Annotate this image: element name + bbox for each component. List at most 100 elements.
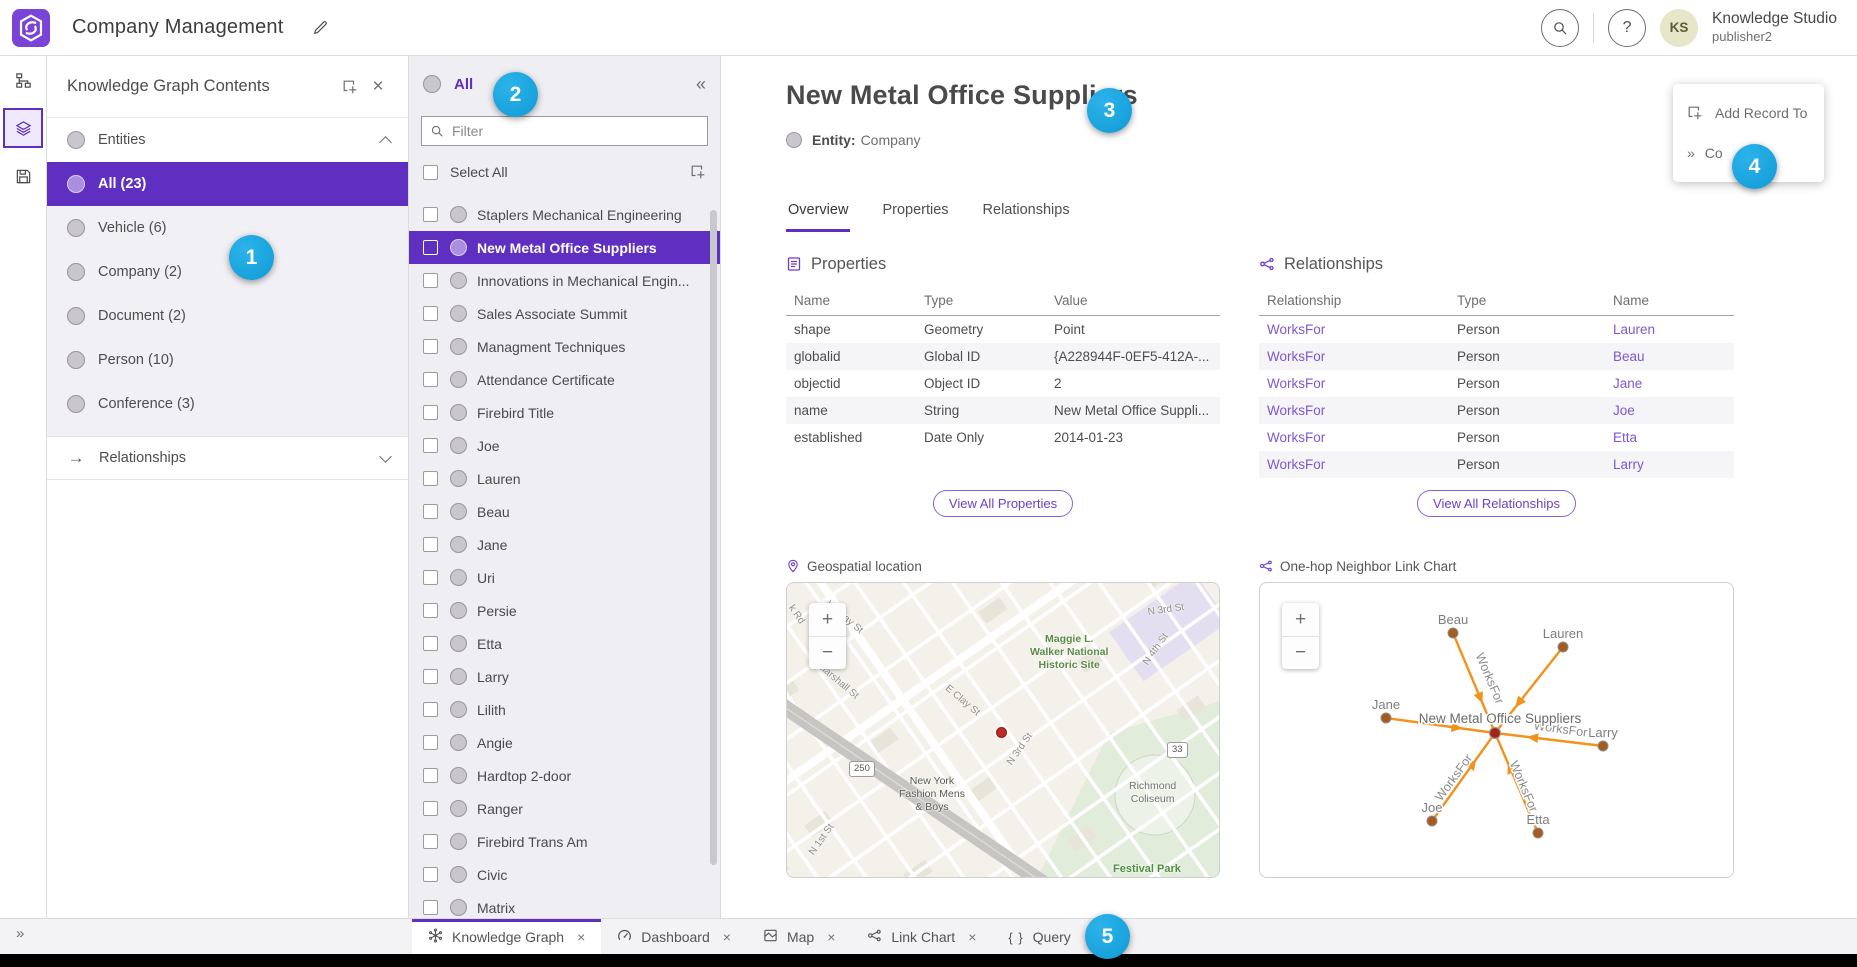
list-item-checkbox[interactable] xyxy=(423,405,438,420)
data-model-button[interactable] xyxy=(3,60,43,100)
list-item-checkbox[interactable] xyxy=(423,306,438,321)
link-chart-canvas[interactable]: WorksForWorksForWorksForWorksForBeauLaur… xyxy=(1260,583,1734,878)
list-item[interactable]: Lilith xyxy=(409,693,720,726)
list-item[interactable]: Persie xyxy=(409,594,720,627)
list-item[interactable]: Matrix xyxy=(409,891,720,918)
tab-close-icon[interactable]: × xyxy=(723,929,731,945)
bottom-tab-query[interactable]: { }Query xyxy=(992,919,1086,954)
list-item-checkbox[interactable] xyxy=(423,735,438,750)
tab-close-icon[interactable]: × xyxy=(968,929,976,945)
user-block[interactable]: Knowledge Studio publisher2 xyxy=(1712,10,1843,44)
link-chart-node[interactable] xyxy=(1533,828,1543,838)
expand-bottom-left-button[interactable]: » xyxy=(16,925,24,942)
entity-type-row[interactable]: Conference (3) xyxy=(47,382,408,426)
list-item-checkbox[interactable] xyxy=(423,273,438,288)
view-all-properties-button[interactable]: View All Properties xyxy=(933,490,1073,517)
list-item[interactable]: Attendance Certificate xyxy=(409,363,720,396)
list-item-checkbox[interactable] xyxy=(423,339,438,354)
list-item-checkbox[interactable] xyxy=(423,471,438,486)
close-panel-button[interactable]: × xyxy=(364,73,392,101)
cell-link[interactable]: WorksFor xyxy=(1259,451,1449,478)
list-item[interactable]: Firebird Title xyxy=(409,396,720,429)
list-item[interactable]: Beau xyxy=(409,495,720,528)
map-marker-icon[interactable] xyxy=(996,727,1007,738)
list-item-checkbox[interactable] xyxy=(423,768,438,783)
list-item-checkbox[interactable] xyxy=(423,240,438,255)
cell-link[interactable]: Larry xyxy=(1605,451,1734,478)
filter-input[interactable] xyxy=(452,123,699,139)
list-item[interactable]: Sales Associate Summit xyxy=(409,297,720,330)
tab-relationships[interactable]: Relationships xyxy=(981,196,1072,232)
scrollbar[interactable] xyxy=(710,210,717,865)
cell-link[interactable]: WorksFor xyxy=(1259,316,1449,344)
save-button[interactable] xyxy=(3,156,43,196)
add-to-new-button[interactable] xyxy=(336,73,364,101)
tab-close-icon[interactable]: × xyxy=(827,929,835,945)
link-chart-node[interactable] xyxy=(1598,741,1608,751)
link-chart-node[interactable] xyxy=(1427,816,1437,826)
list-item[interactable]: Joe xyxy=(409,429,720,462)
tab-overview[interactable]: Overview xyxy=(786,196,850,232)
link-chart-node[interactable] xyxy=(1558,642,1568,652)
add-to-new-button[interactable] xyxy=(690,164,706,180)
zoom-in-button[interactable]: + xyxy=(809,603,846,636)
list-item-checkbox[interactable] xyxy=(423,207,438,222)
list-item[interactable]: Jane xyxy=(409,528,720,561)
cell-link[interactable]: Jane xyxy=(1605,370,1734,397)
tab-close-icon[interactable]: × xyxy=(577,929,585,945)
bottom-tab-map[interactable]: Map× xyxy=(747,919,851,954)
list-item[interactable]: Civic xyxy=(409,858,720,891)
list-item[interactable]: Hardtop 2-door xyxy=(409,759,720,792)
list-item[interactable]: Larry xyxy=(409,660,720,693)
entity-type-row[interactable]: Person (10) xyxy=(47,338,408,382)
select-all-row[interactable]: Select All xyxy=(409,152,720,192)
list-item[interactable]: Managment Techniques xyxy=(409,330,720,363)
cell-link[interactable]: WorksFor xyxy=(1259,424,1449,451)
menu-item-add-record-to[interactable]: Add Record To xyxy=(1673,93,1824,133)
cell-link[interactable]: Etta xyxy=(1605,424,1734,451)
bottom-tab-dashboard[interactable]: Dashboard× xyxy=(601,919,747,954)
list-item-checkbox[interactable] xyxy=(423,900,438,915)
list-item[interactable]: Uri xyxy=(409,561,720,594)
list-item[interactable]: Ranger xyxy=(409,792,720,825)
link-chart-node[interactable] xyxy=(1448,628,1458,638)
list-item-checkbox[interactable] xyxy=(423,570,438,585)
list-item-checkbox[interactable] xyxy=(423,636,438,651)
cell-link[interactable]: WorksFor xyxy=(1259,343,1449,370)
list-item-checkbox[interactable] xyxy=(423,801,438,816)
list-item-checkbox[interactable] xyxy=(423,537,438,552)
list-item[interactable]: Staplers Mechanical Engineering xyxy=(409,198,720,231)
list-item[interactable]: Etta xyxy=(409,627,720,660)
list-item[interactable]: Innovations in Mechanical Engin... xyxy=(409,264,720,297)
map-card[interactable]: k RdW Clay StW Marshall StE Clay StN 3rd… xyxy=(786,582,1220,878)
tab-properties[interactable]: Properties xyxy=(880,196,950,232)
list-item[interactable]: New Metal Office Suppliers xyxy=(409,231,720,264)
cell-link[interactable]: Joe xyxy=(1605,397,1734,424)
list-item-checkbox[interactable] xyxy=(423,834,438,849)
zoom-out-button[interactable]: − xyxy=(1282,636,1319,669)
entity-type-row[interactable]: All (23) xyxy=(47,162,408,206)
list-item-checkbox[interactable] xyxy=(423,669,438,684)
select-all-checkbox[interactable] xyxy=(423,165,438,180)
cell-link[interactable]: Beau xyxy=(1605,343,1734,370)
entity-type-row[interactable]: Document (2) xyxy=(47,294,408,338)
bottom-tab-knowledge-graph[interactable]: Knowledge Graph× xyxy=(412,919,601,954)
list-item-checkbox[interactable] xyxy=(423,438,438,453)
search-button[interactable] xyxy=(1541,9,1579,47)
avatar[interactable]: KS xyxy=(1660,9,1698,47)
list-item[interactable]: Firebird Trans Am xyxy=(409,825,720,858)
list-item[interactable]: Lauren xyxy=(409,462,720,495)
link-chart-node[interactable] xyxy=(1381,713,1391,723)
filter-box[interactable] xyxy=(421,116,708,146)
collapse-panel-button[interactable]: « xyxy=(696,74,706,95)
zoom-in-button[interactable]: + xyxy=(1282,603,1319,636)
cell-link[interactable]: WorksFor xyxy=(1259,370,1449,397)
list-item-checkbox[interactable] xyxy=(423,603,438,618)
list-item-checkbox[interactable] xyxy=(423,372,438,387)
entities-section-header[interactable]: Entities xyxy=(47,118,408,162)
list-item-checkbox[interactable] xyxy=(423,504,438,519)
entity-type-row[interactable]: Vehicle (6) xyxy=(47,206,408,250)
list-item[interactable]: Angie xyxy=(409,726,720,759)
entity-type-row[interactable]: Company (2) xyxy=(47,250,408,294)
cell-link[interactable]: WorksFor xyxy=(1259,397,1449,424)
